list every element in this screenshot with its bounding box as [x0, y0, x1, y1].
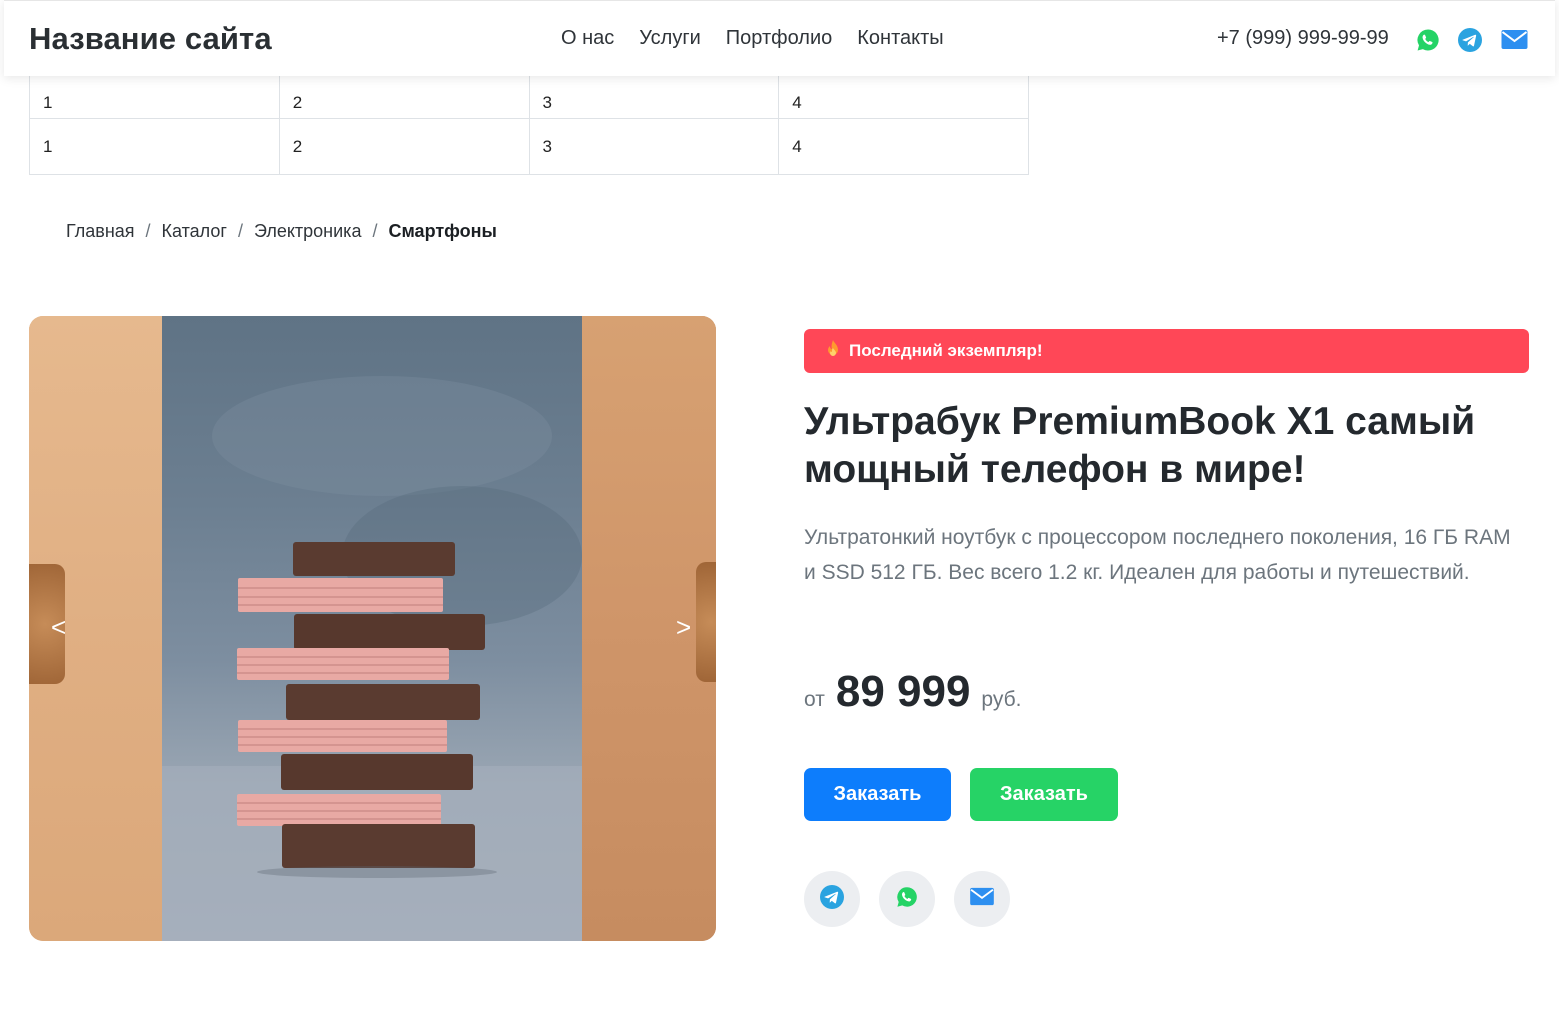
breadcrumb-current: Смартфоны	[388, 221, 497, 241]
biscuit-image	[696, 562, 716, 682]
product-title: Ультрабук PremiumBook X1 самый мощный те…	[804, 400, 1476, 491]
breadcrumb-separator: /	[372, 221, 378, 241]
whatsapp-icon	[895, 885, 919, 914]
nav-about[interactable]: О нас	[561, 27, 614, 50]
fire-icon	[826, 340, 840, 362]
stock-badge: Последний экземпляр!	[804, 329, 1529, 373]
wafer-stack-image	[162, 376, 582, 941]
price-value: 89 999	[835, 667, 971, 716]
gallery-prev-button[interactable]: <	[51, 612, 66, 643]
price-prefix: от	[804, 688, 825, 711]
table-cell: 2	[278, 118, 530, 175]
nav-contacts[interactable]: Контакты	[857, 27, 943, 50]
table-cell: 4	[778, 118, 1029, 175]
price-currency: руб.	[981, 688, 1022, 711]
badge-label: Последний экземпляр!	[849, 341, 1043, 360]
product-gallery: < >	[29, 316, 716, 941]
gallery-prev-slide	[29, 316, 162, 941]
mail-icon	[969, 887, 995, 912]
breadcrumb: Главная / Каталог / Электроника / Смартф…	[66, 221, 497, 242]
product-image	[162, 316, 582, 941]
table-cell: 1	[29, 118, 280, 175]
gallery-next-slide	[582, 316, 716, 941]
breadcrumb-catalog[interactable]: Каталог	[162, 221, 227, 242]
breadcrumb-separator: /	[237, 221, 243, 241]
table-row: 1 2 3 4	[29, 118, 1029, 175]
share-mail-button[interactable]	[954, 871, 1010, 927]
main-nav: О нас Услуги Портфолио Контакты	[561, 27, 944, 50]
order-button[interactable]: Заказать	[804, 768, 951, 821]
price-block: от 89 999 руб.	[804, 667, 1021, 717]
data-table: 1 2 3 4 1 2 3 4	[29, 63, 1029, 175]
order-button-secondary[interactable]: Заказать	[970, 768, 1118, 821]
table-cell: 3	[528, 118, 780, 175]
mail-icon[interactable]	[1501, 29, 1528, 55]
share-whatsapp-button[interactable]	[879, 871, 935, 927]
product-description: Ультратонкий ноутбук с процессором после…	[804, 526, 1511, 584]
site-logo[interactable]: Название сайта	[29, 21, 272, 57]
breadcrumb-home[interactable]: Главная	[66, 221, 135, 242]
breadcrumb-separator: /	[145, 221, 151, 241]
telegram-icon[interactable]	[1457, 27, 1483, 53]
site-header: Название сайта О нас Услуги Портфолио Ко…	[4, 0, 1555, 76]
gallery-next-button[interactable]: >	[676, 612, 691, 643]
breadcrumb-electronics[interactable]: Электроника	[254, 221, 361, 242]
nav-portfolio[interactable]: Портфолио	[726, 27, 832, 50]
telegram-icon	[819, 884, 845, 915]
share-telegram-button[interactable]	[804, 871, 860, 927]
header-phone[interactable]: +7 (999) 999-99-99	[1217, 27, 1389, 50]
whatsapp-icon[interactable]	[1415, 27, 1441, 53]
nav-services[interactable]: Услуги	[639, 27, 701, 50]
